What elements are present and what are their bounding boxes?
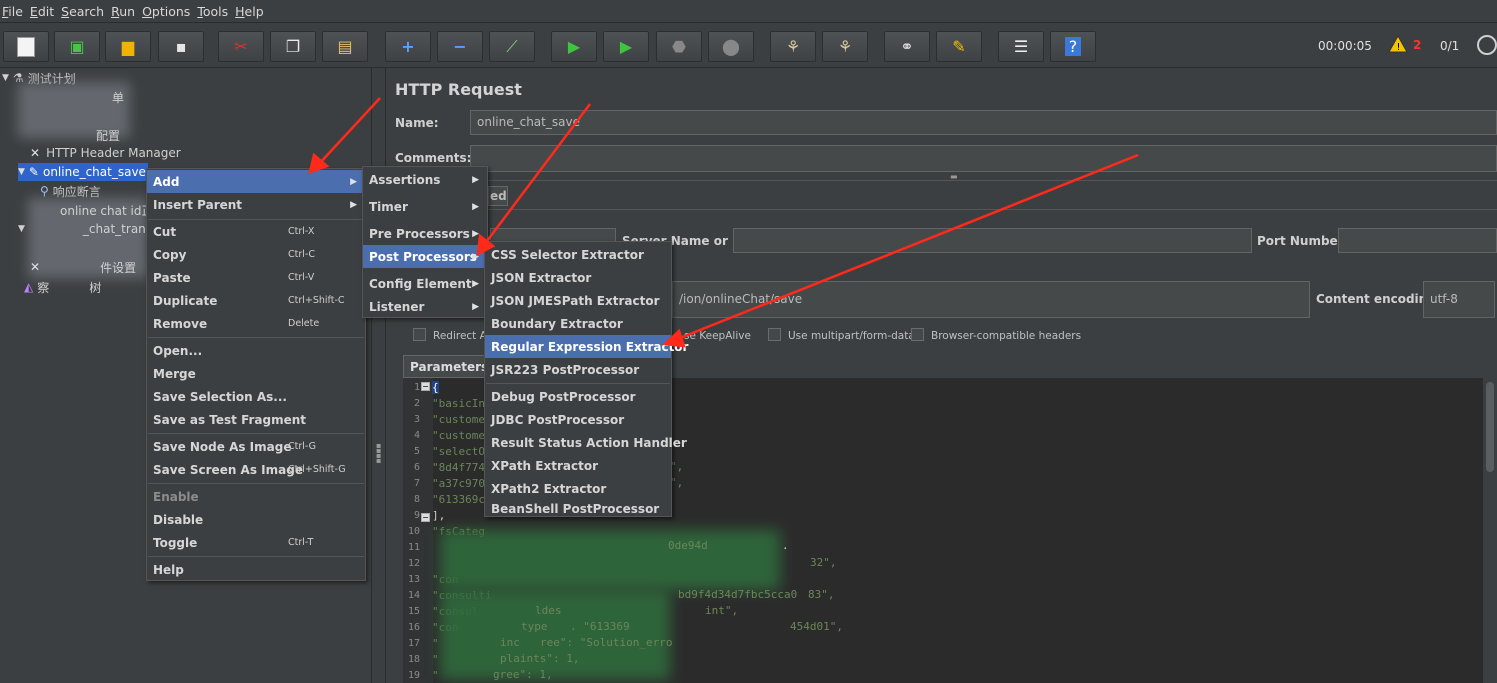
annotation-arrowhead	[476, 233, 496, 257]
annotation-arrowhead	[662, 328, 686, 348]
annotation-arrow	[483, 103, 591, 246]
annotation-arrow	[317, 97, 381, 166]
annotation-arrow	[674, 153, 1139, 342]
annotation-arrows	[308, 97, 1139, 348]
